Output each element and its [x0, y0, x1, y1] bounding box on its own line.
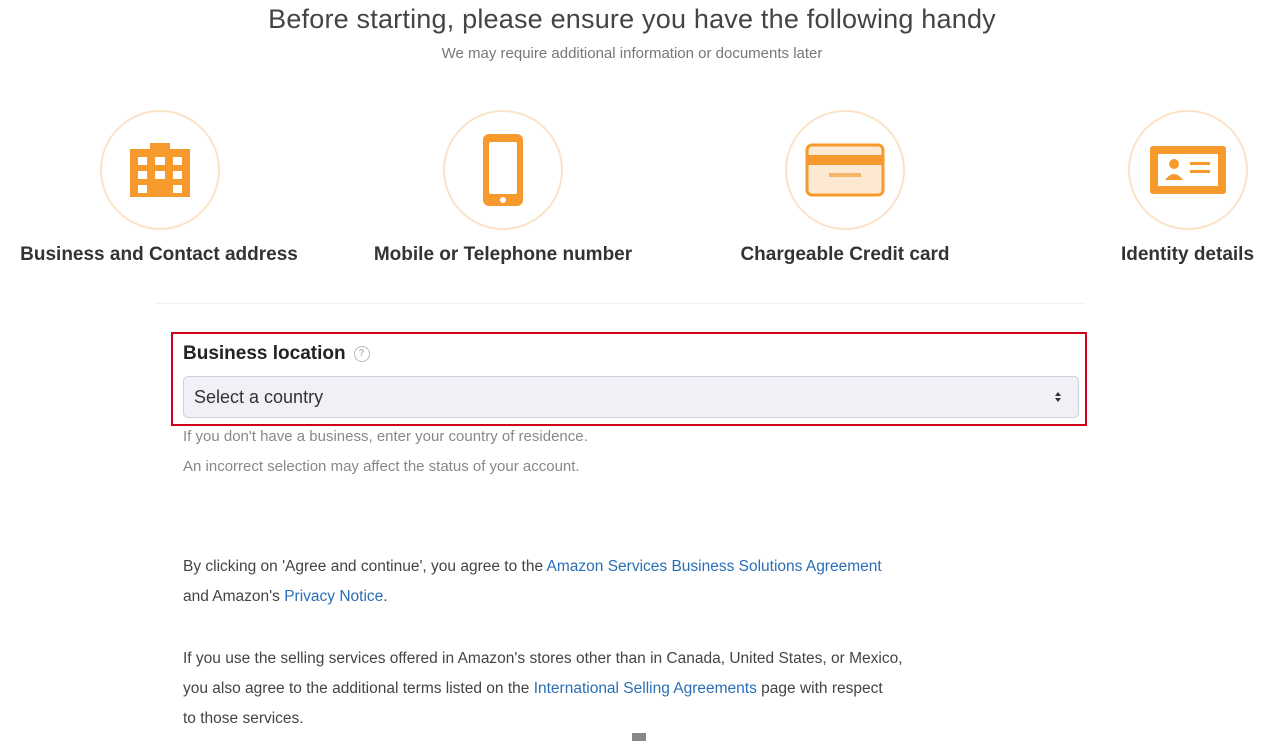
mobile-phone-icon: [483, 134, 523, 206]
id-card-icon: [1149, 146, 1226, 194]
terms-text: If you use the selling services offered …: [183, 650, 903, 667]
requirement-icon-circle: [100, 110, 220, 230]
country-select-value: Select a country: [194, 386, 324, 407]
agreement-text: and Amazon's: [183, 588, 285, 605]
building-icon: [130, 143, 190, 197]
scroll-handle[interactable]: [632, 733, 646, 741]
business-location-label-text: Business location: [183, 343, 346, 364]
page-subtitle: We may require additional information or…: [441, 45, 823, 62]
terms-text: you also agree to the additional terms l…: [183, 680, 534, 697]
agreement-paragraph: By clicking on 'Agree and continue', you…: [183, 552, 1083, 612]
requirement-identity-details: Identity details: [1105, 110, 1270, 266]
international-selling-agreements-link[interactable]: International Selling Agreements: [534, 680, 757, 697]
requirement-icon-circle: [1127, 110, 1248, 230]
agreement-text: .: [383, 588, 388, 605]
help-icon[interactable]: ?: [353, 346, 370, 362]
business-location-label: Business location ?: [183, 343, 370, 365]
requirement-credit-card: Chargeable Credit card: [724, 110, 966, 266]
requirement-icon-circle: [443, 110, 563, 230]
requirement-icon-circle: [785, 110, 905, 230]
location-hint-line2: An incorrect selection may affect the st…: [183, 458, 580, 475]
credit-card-icon: [805, 143, 885, 197]
page-title: Before starting, please ensure you have …: [268, 4, 996, 34]
agreement-text: By clicking on 'Agree and continue', you…: [183, 558, 547, 575]
business-solutions-agreement-link[interactable]: Amazon Services Business Solutions Agree…: [547, 558, 882, 575]
international-terms-paragraph: If you use the selling services offered …: [183, 644, 1083, 734]
select-arrows-icon: [1055, 392, 1061, 402]
requirement-label: Chargeable Credit card: [740, 244, 950, 265]
location-hint-line1: If you don't have a business, enter your…: [183, 428, 588, 445]
requirement-label: Business and Contact address: [20, 244, 298, 265]
requirement-label: Identity details: [1120, 244, 1255, 265]
country-select[interactable]: Select a country: [183, 376, 1079, 418]
requirement-phone-number: Mobile or Telephone number: [352, 110, 654, 266]
privacy-notice-link[interactable]: Privacy Notice: [284, 588, 383, 605]
requirement-label: Mobile or Telephone number: [373, 244, 633, 265]
terms-text: to those services.: [183, 710, 304, 727]
requirement-business-address: Business and Contact address: [10, 110, 310, 266]
terms-text: page with respect: [756, 680, 883, 697]
